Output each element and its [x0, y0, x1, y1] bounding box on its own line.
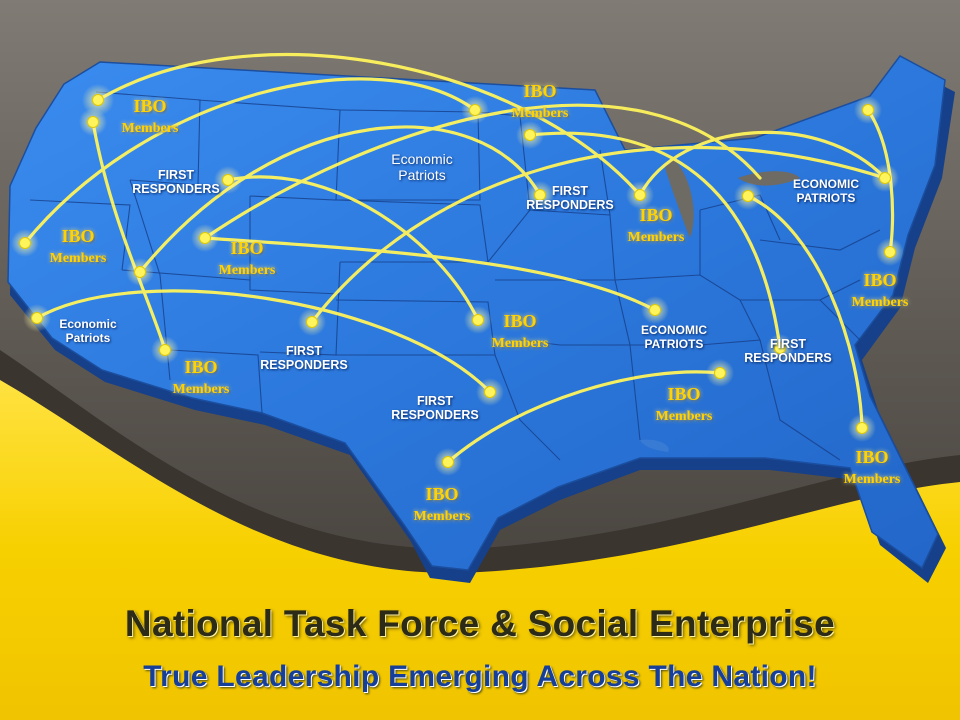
node [649, 304, 661, 316]
label-ibo-minnesota: IBO Members [498, 81, 582, 122]
node [159, 344, 171, 356]
node [856, 422, 868, 434]
node [484, 386, 496, 398]
node [469, 104, 481, 116]
label-ibo-california: IBO Members [36, 226, 120, 267]
label-ibo-oklahoma: IBO Members [478, 311, 562, 352]
label-line: IBO [639, 205, 673, 225]
label-line: IBO [61, 226, 95, 246]
label-economic-patriots-tennessee: ECONOMIC PATRIOTS [624, 323, 724, 352]
label-economic-patriots-north-dakota: Economic Patriots [374, 151, 470, 183]
label-line: Members [851, 294, 909, 310]
headline: National Task Force & Social Enterprise [124, 603, 836, 644]
label-line: IBO [863, 270, 897, 290]
label-line: PATRIOTS [644, 336, 704, 351]
label-line: Members [172, 381, 230, 397]
label-line: Economic [391, 151, 453, 167]
label-ibo-idaho: IBO Members [205, 238, 289, 279]
label-line: FIRST [285, 344, 323, 358]
node [879, 172, 891, 184]
node [524, 129, 536, 141]
label-line: IBO [184, 357, 218, 377]
label-ibo-texas: IBO Members [400, 484, 484, 525]
node [31, 312, 43, 324]
label-line: IBO [230, 238, 264, 258]
label-economic-patriots-ohio: ECONOMIC PATRIOTS [776, 177, 876, 206]
label-line: IBO [523, 81, 557, 101]
label-line: ECONOMIC [793, 177, 859, 191]
label-economic-patriots-california: Economic Patriots [46, 317, 130, 346]
label-line: IBO [855, 447, 889, 467]
label-line: Members [491, 335, 549, 351]
label-line: RESPONDERS [391, 408, 479, 423]
node [742, 190, 754, 202]
label-line: Members [655, 408, 713, 424]
label-line: Members [218, 262, 276, 278]
label-line: RESPONDERS [260, 358, 348, 373]
label-line: Members [121, 120, 179, 136]
label-line: PATRIOTS [796, 190, 856, 205]
label-line: ECONOMIC [641, 323, 707, 337]
label-line: Patriots [398, 167, 446, 184]
label-line: Members [843, 471, 901, 487]
label-line: RESPONDERS [526, 198, 614, 213]
label-first-responders-georgia: FIRST RESPONDERS [738, 337, 838, 366]
label-first-responders-montana: FIRST RESPONDERS [126, 168, 226, 197]
node [92, 94, 104, 106]
node [862, 104, 874, 116]
label-line: FIRST [416, 394, 454, 408]
label-line: IBO [503, 311, 537, 331]
label-line: IBO [133, 96, 167, 116]
label-line: Members [511, 105, 569, 121]
node [442, 456, 454, 468]
label-first-responders-texas: FIRST RESPONDERS [385, 394, 485, 423]
label-ibo-arizona: IBO Members [159, 357, 243, 398]
label-first-responders-iowa: FIRST RESPONDERS [520, 184, 620, 213]
label-line: RESPONDERS [744, 351, 832, 366]
label-line: Members [49, 250, 107, 266]
node [134, 266, 146, 278]
node [306, 316, 318, 328]
label-line: Patriots [65, 330, 111, 345]
label-ibo-northeast: IBO Members [838, 270, 922, 311]
label-line: FIRST [769, 337, 807, 351]
label-line: Members [413, 508, 471, 524]
label-first-responders-new-mexico: FIRST RESPONDERS [254, 344, 354, 373]
label-line: Members [627, 229, 685, 245]
label-line: IBO [667, 384, 701, 404]
node [714, 367, 726, 379]
label-line: RESPONDERS [132, 182, 220, 197]
node [884, 246, 896, 258]
label-ibo-northwest: IBO Members [108, 96, 192, 137]
label-line: FIRST [157, 168, 195, 182]
label-ibo-mississippi: IBO Members [642, 384, 726, 425]
label-line: Economic [59, 317, 117, 331]
label-line: FIRST [551, 184, 589, 198]
label-ibo-florida: IBO Members [830, 447, 914, 488]
node [19, 237, 31, 249]
subline: True Leadership Emerging Across The Nati… [143, 660, 817, 693]
label-line: IBO [425, 484, 459, 504]
label-ibo-wisconsin: IBO Members [614, 205, 698, 246]
node [634, 189, 646, 201]
node [87, 116, 99, 128]
